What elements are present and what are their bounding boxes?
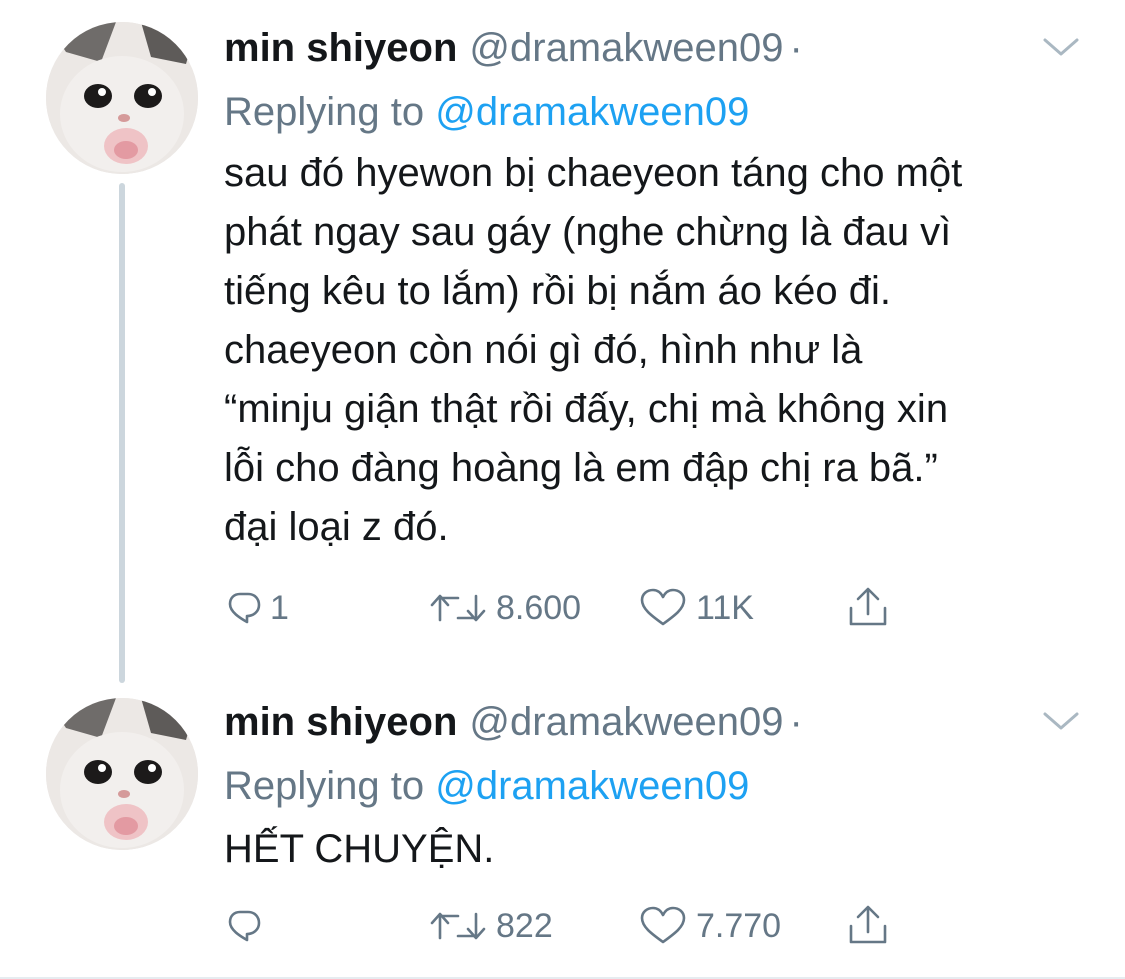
reply-button[interactable]	[226, 896, 270, 956]
avatar-cat-image	[46, 22, 198, 174]
display-name[interactable]: min shiyeon	[224, 700, 457, 745]
share-icon	[849, 587, 887, 626]
user-handle[interactable]: @dramakween09	[469, 26, 783, 71]
retweet-icon	[430, 594, 486, 622]
replying-to-mention[interactable]: @dramakween09	[435, 90, 749, 134]
like-button[interactable]: 11K	[638, 578, 754, 638]
separator-dot: ·	[789, 25, 803, 70]
retweet-button[interactable]: 8.600	[428, 578, 581, 638]
chevron-down-icon[interactable]	[1041, 32, 1081, 62]
display-name[interactable]: min shiyeon	[224, 26, 457, 71]
avatar[interactable]	[46, 22, 198, 174]
replying-to-label: Replying to	[224, 764, 425, 808]
like-count: 11K	[696, 588, 754, 627]
like-count: 7.770	[696, 906, 782, 945]
retweet-count: 8.600	[496, 588, 582, 627]
chevron-down-icon[interactable]	[1041, 706, 1081, 736]
tweet-header: min shiyeon @dramakween09 ·	[224, 20, 803, 76]
share-icon	[849, 905, 887, 944]
tweet[interactable]: min shiyeon @dramakween09 · Replying to …	[0, 20, 1125, 660]
reply-icon	[228, 910, 261, 942]
reply-button[interactable]: 1	[226, 578, 289, 638]
like-button[interactable]: 7.770	[638, 896, 781, 956]
user-handle[interactable]: @dramakween09	[469, 700, 783, 745]
tweet-actions: 1 8.600 11K	[226, 578, 926, 638]
replying-to-mention[interactable]: @dramakween09	[435, 764, 749, 808]
replying-to-label: Replying to	[224, 90, 425, 134]
share-button[interactable]	[846, 896, 890, 956]
tweet-text: HẾT CHUYỆN.	[224, 827, 495, 871]
tweet-header: min shiyeon @dramakween09 ·	[224, 694, 803, 750]
tweet[interactable]: min shiyeon @dramakween09 · Replying to …	[0, 694, 1125, 964]
retweet-button[interactable]: 822	[428, 896, 553, 956]
avatar-cat-image	[46, 698, 198, 850]
avatar[interactable]	[46, 698, 198, 850]
retweet-icon	[430, 912, 486, 940]
retweet-count: 822	[496, 906, 553, 945]
heart-icon	[640, 906, 686, 944]
separator-dot: ·	[789, 699, 803, 744]
reply-icon	[228, 592, 261, 624]
tweet-actions: 822 7.770	[226, 896, 926, 956]
replying-to-line: Replying to @dramakween09	[224, 764, 749, 809]
share-button[interactable]	[846, 578, 890, 638]
reply-count: 1	[270, 588, 289, 627]
replying-to-line: Replying to @dramakween09	[224, 90, 749, 135]
tweet-text: sau đó hyewon bị chaeyeon táng cho một p…	[224, 151, 963, 549]
heart-icon	[640, 588, 686, 626]
